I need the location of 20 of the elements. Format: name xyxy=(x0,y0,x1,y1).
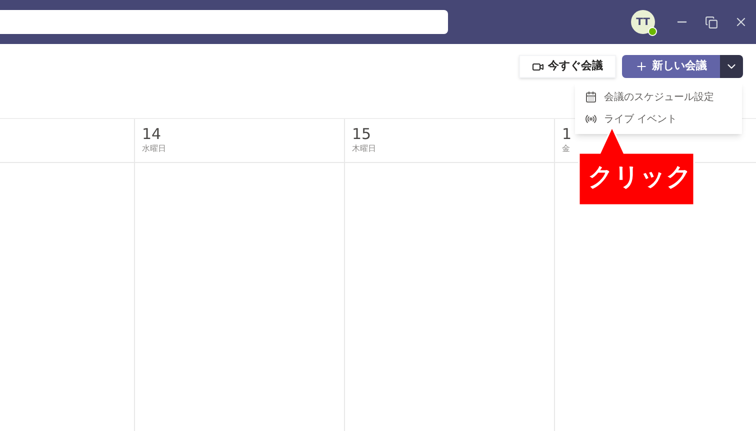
new-meeting-button[interactable]: 新しい会議 xyxy=(622,55,720,78)
close-icon[interactable] xyxy=(734,15,748,29)
calendar-icon xyxy=(585,91,597,103)
restore-icon[interactable] xyxy=(705,16,718,28)
weekday-label: 木曜日 xyxy=(352,143,376,155)
camera-icon xyxy=(532,60,544,72)
meet-now-button[interactable]: 今すぐ会議 xyxy=(519,55,616,78)
weekday-label: 水曜日 xyxy=(142,143,166,155)
day-number: 15 xyxy=(352,125,372,143)
weekday-label: 金 xyxy=(562,143,570,155)
callout-text: クリック xyxy=(588,161,692,193)
menu-item[interactable]: ライブ イベント xyxy=(575,108,742,130)
day-number: 1 xyxy=(562,125,572,143)
menu-item[interactable]: 会議のスケジュール設定 xyxy=(575,86,742,108)
broadcast-icon xyxy=(585,113,597,125)
avatar[interactable]: TT xyxy=(631,10,655,34)
dropdown-button[interactable] xyxy=(720,55,743,78)
day-number: 14 xyxy=(142,125,162,143)
search-field[interactable] xyxy=(0,10,448,34)
plus-icon xyxy=(635,60,648,73)
